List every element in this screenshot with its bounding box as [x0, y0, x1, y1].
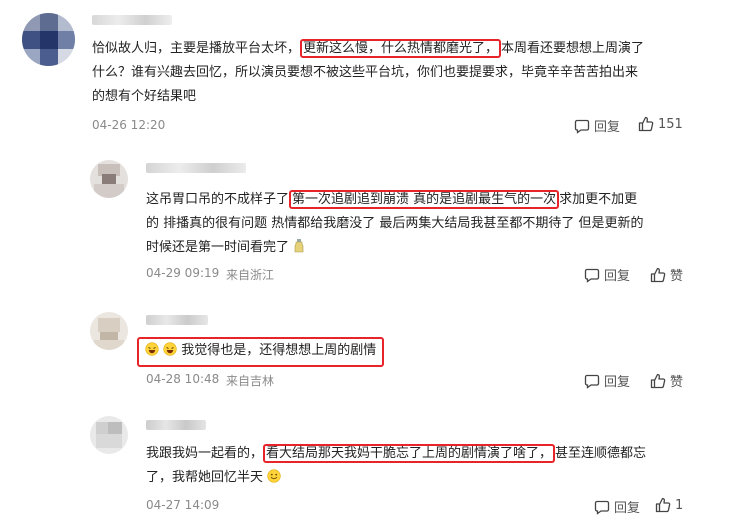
comment-bubble-icon: [594, 500, 610, 515]
like-button[interactable]: 赞: [650, 371, 683, 390]
location: 来自吉林: [226, 374, 275, 388]
like-count: 1: [675, 497, 684, 513]
thumbs-up-icon: [650, 267, 666, 282]
location: 来自浙江: [226, 268, 275, 282]
laughing-emoji-icon: [145, 342, 159, 364]
timestamp: 04-28 10:48: [146, 372, 220, 386]
timestamp: 04-26 12:20: [92, 118, 166, 132]
username-redacted[interactable]: [146, 315, 208, 325]
username-redacted[interactable]: [146, 163, 246, 173]
timestamp: 04-29 09:19: [146, 266, 220, 280]
reply-button[interactable]: 回复: [574, 116, 620, 135]
thumbs-up-icon: [638, 116, 654, 132]
laughing-emoji-icon: [163, 342, 177, 364]
comment-text: 我跟我妈一起看的， 看大结局那天我妈干脆忘了上周的剧情演了啥了， 甚至连顺德都忘 了…: [146, 442, 646, 492]
reply-label: 回复: [604, 375, 631, 390]
username-redacted[interactable]: [92, 15, 172, 25]
thumbs-up-icon: [650, 373, 666, 388]
like-button[interactable]: 1: [655, 497, 683, 513]
comment-bubble-icon: [584, 374, 600, 389]
avatar[interactable]: [90, 312, 128, 350]
timestamp: 04-27 14:09: [146, 498, 220, 512]
thumbs-up-icon: [655, 497, 671, 513]
like-label: 赞: [670, 375, 684, 390]
like-label: 赞: [670, 269, 684, 284]
like-count: 151: [658, 116, 683, 132]
highlighted-text: 我觉得也是，还得想想上周的剧情: [181, 343, 377, 358]
reply-button[interactable]: 回复: [594, 497, 640, 516]
avatar[interactable]: [22, 13, 75, 66]
highlighted-text: 第一次追剧追到崩溃 真的是追剧最生气的一次: [289, 190, 560, 209]
avatar[interactable]: [90, 416, 128, 454]
reply-button[interactable]: 回复: [584, 265, 630, 284]
reply-label: 回复: [604, 269, 631, 284]
reply-label: 回复: [614, 501, 641, 516]
reply-button[interactable]: 回复: [584, 371, 630, 390]
avatar[interactable]: [90, 160, 128, 198]
comment-text: 我觉得也是，还得想想上周的剧情: [137, 337, 385, 367]
comment-bubble-icon: [584, 268, 600, 283]
comment-bubble-icon: [574, 119, 590, 134]
comment-text: 这吊胃口吊的不成样子了 第一次追剧追到崩溃 真的是追剧最生气的一次 求加更不加更 的…: [146, 188, 644, 262]
highlighted-text: 更新这么慢，什么热情都磨光了，: [300, 39, 502, 58]
reply-label: 回复: [594, 120, 621, 135]
comment-text: 恰似故人归，主要是播放平台太坏， 更新这么慢，什么热情都磨光了， 本周看还要想想上周…: [92, 39, 645, 104]
smile-emoji-icon: [267, 468, 281, 492]
like-button[interactable]: 赞: [650, 265, 683, 284]
highlighted-comment: 我觉得也是，还得想想上周的剧情: [137, 337, 385, 367]
like-button[interactable]: 151: [638, 116, 683, 132]
highlighted-text: 看大结局那天我妈干脆忘了上周的剧情演了啥了，: [263, 444, 556, 463]
username-redacted[interactable]: [146, 420, 206, 430]
bottle-emoji-icon: [293, 238, 305, 262]
